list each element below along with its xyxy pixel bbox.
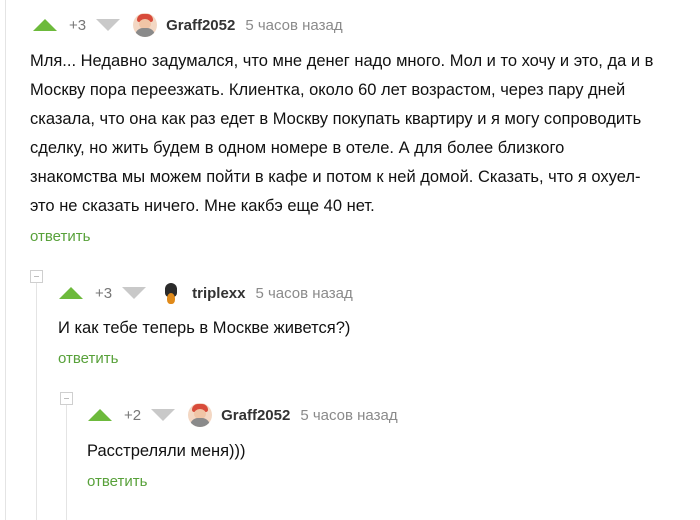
downvote-icon[interactable]: [122, 287, 147, 299]
avatar[interactable]: [133, 13, 158, 37]
comment-reply-2: +2 Graff2052 5 часов назад: [88, 403, 398, 427]
downvote-icon[interactable]: [96, 19, 121, 31]
reply-button[interactable]: ответить: [30, 228, 90, 245]
upvote-icon[interactable]: [33, 19, 57, 31]
comment-text-line: Мля... Недавно задумался, что мне денег …: [30, 52, 654, 70]
comment-text-line: сказала, что она как раз едет в Москву п…: [30, 110, 642, 128]
upvote-icon[interactable]: [88, 409, 112, 421]
downvote-icon[interactable]: [151, 409, 176, 421]
comment-rating: +3: [95, 284, 113, 302]
thread-line-level-2: [66, 404, 67, 520]
comment-text: И как тебе теперь в Москве живется?): [58, 319, 351, 337]
comment-text-line: это не сказать ничего. Мне какбэ еще 40 …: [30, 197, 375, 215]
comment-text-line: знакомства мы можем пойти в кафе и потом…: [30, 168, 641, 186]
comment-time: 5 часов назад: [245, 16, 343, 34]
comment-time: 5 часов назад: [300, 406, 398, 424]
thread-line-level-1: [36, 282, 37, 520]
comment-time: 5 часов назад: [255, 284, 353, 302]
comment-header: +3 triplexx 5 часов назад: [59, 281, 353, 305]
reply-button[interactable]: ответить: [58, 350, 118, 367]
comment-root: +3 Graff2052 5 часов назад: [33, 13, 343, 37]
avatar[interactable]: [188, 403, 213, 427]
author-name[interactable]: Graff2052: [221, 407, 290, 424]
collapse-icon[interactable]: [60, 392, 73, 405]
comment-text: Расстреляли меня))): [87, 442, 246, 460]
comment-text-line: сделку, но жить будем в одном номере в о…: [30, 139, 565, 157]
avatar[interactable]: [159, 281, 183, 305]
comment-header: +2 Graff2052 5 часов назад: [88, 403, 398, 427]
upvote-icon[interactable]: [59, 287, 83, 299]
comment-header: +3 Graff2052 5 часов назад: [33, 13, 343, 37]
comment-text: Мля... Недавно задумался, что мне денег …: [30, 47, 695, 221]
comment-rating: +3: [69, 16, 87, 34]
thread-line-root: [5, 0, 6, 520]
comment-reply-1: +3 triplexx 5 часов назад: [59, 281, 353, 305]
collapse-icon[interactable]: [30, 270, 43, 283]
author-name[interactable]: triplexx: [192, 285, 245, 302]
reply-button[interactable]: ответить: [87, 473, 147, 490]
author-name[interactable]: Graff2052: [166, 17, 235, 34]
comment-rating: +2: [124, 406, 142, 424]
comment-text-line: Москву пора переезжать. Клиентка, около …: [30, 81, 626, 99]
comments-page: +3 Graff2052 5 часов назад Мля... Недавн…: [0, 0, 700, 520]
